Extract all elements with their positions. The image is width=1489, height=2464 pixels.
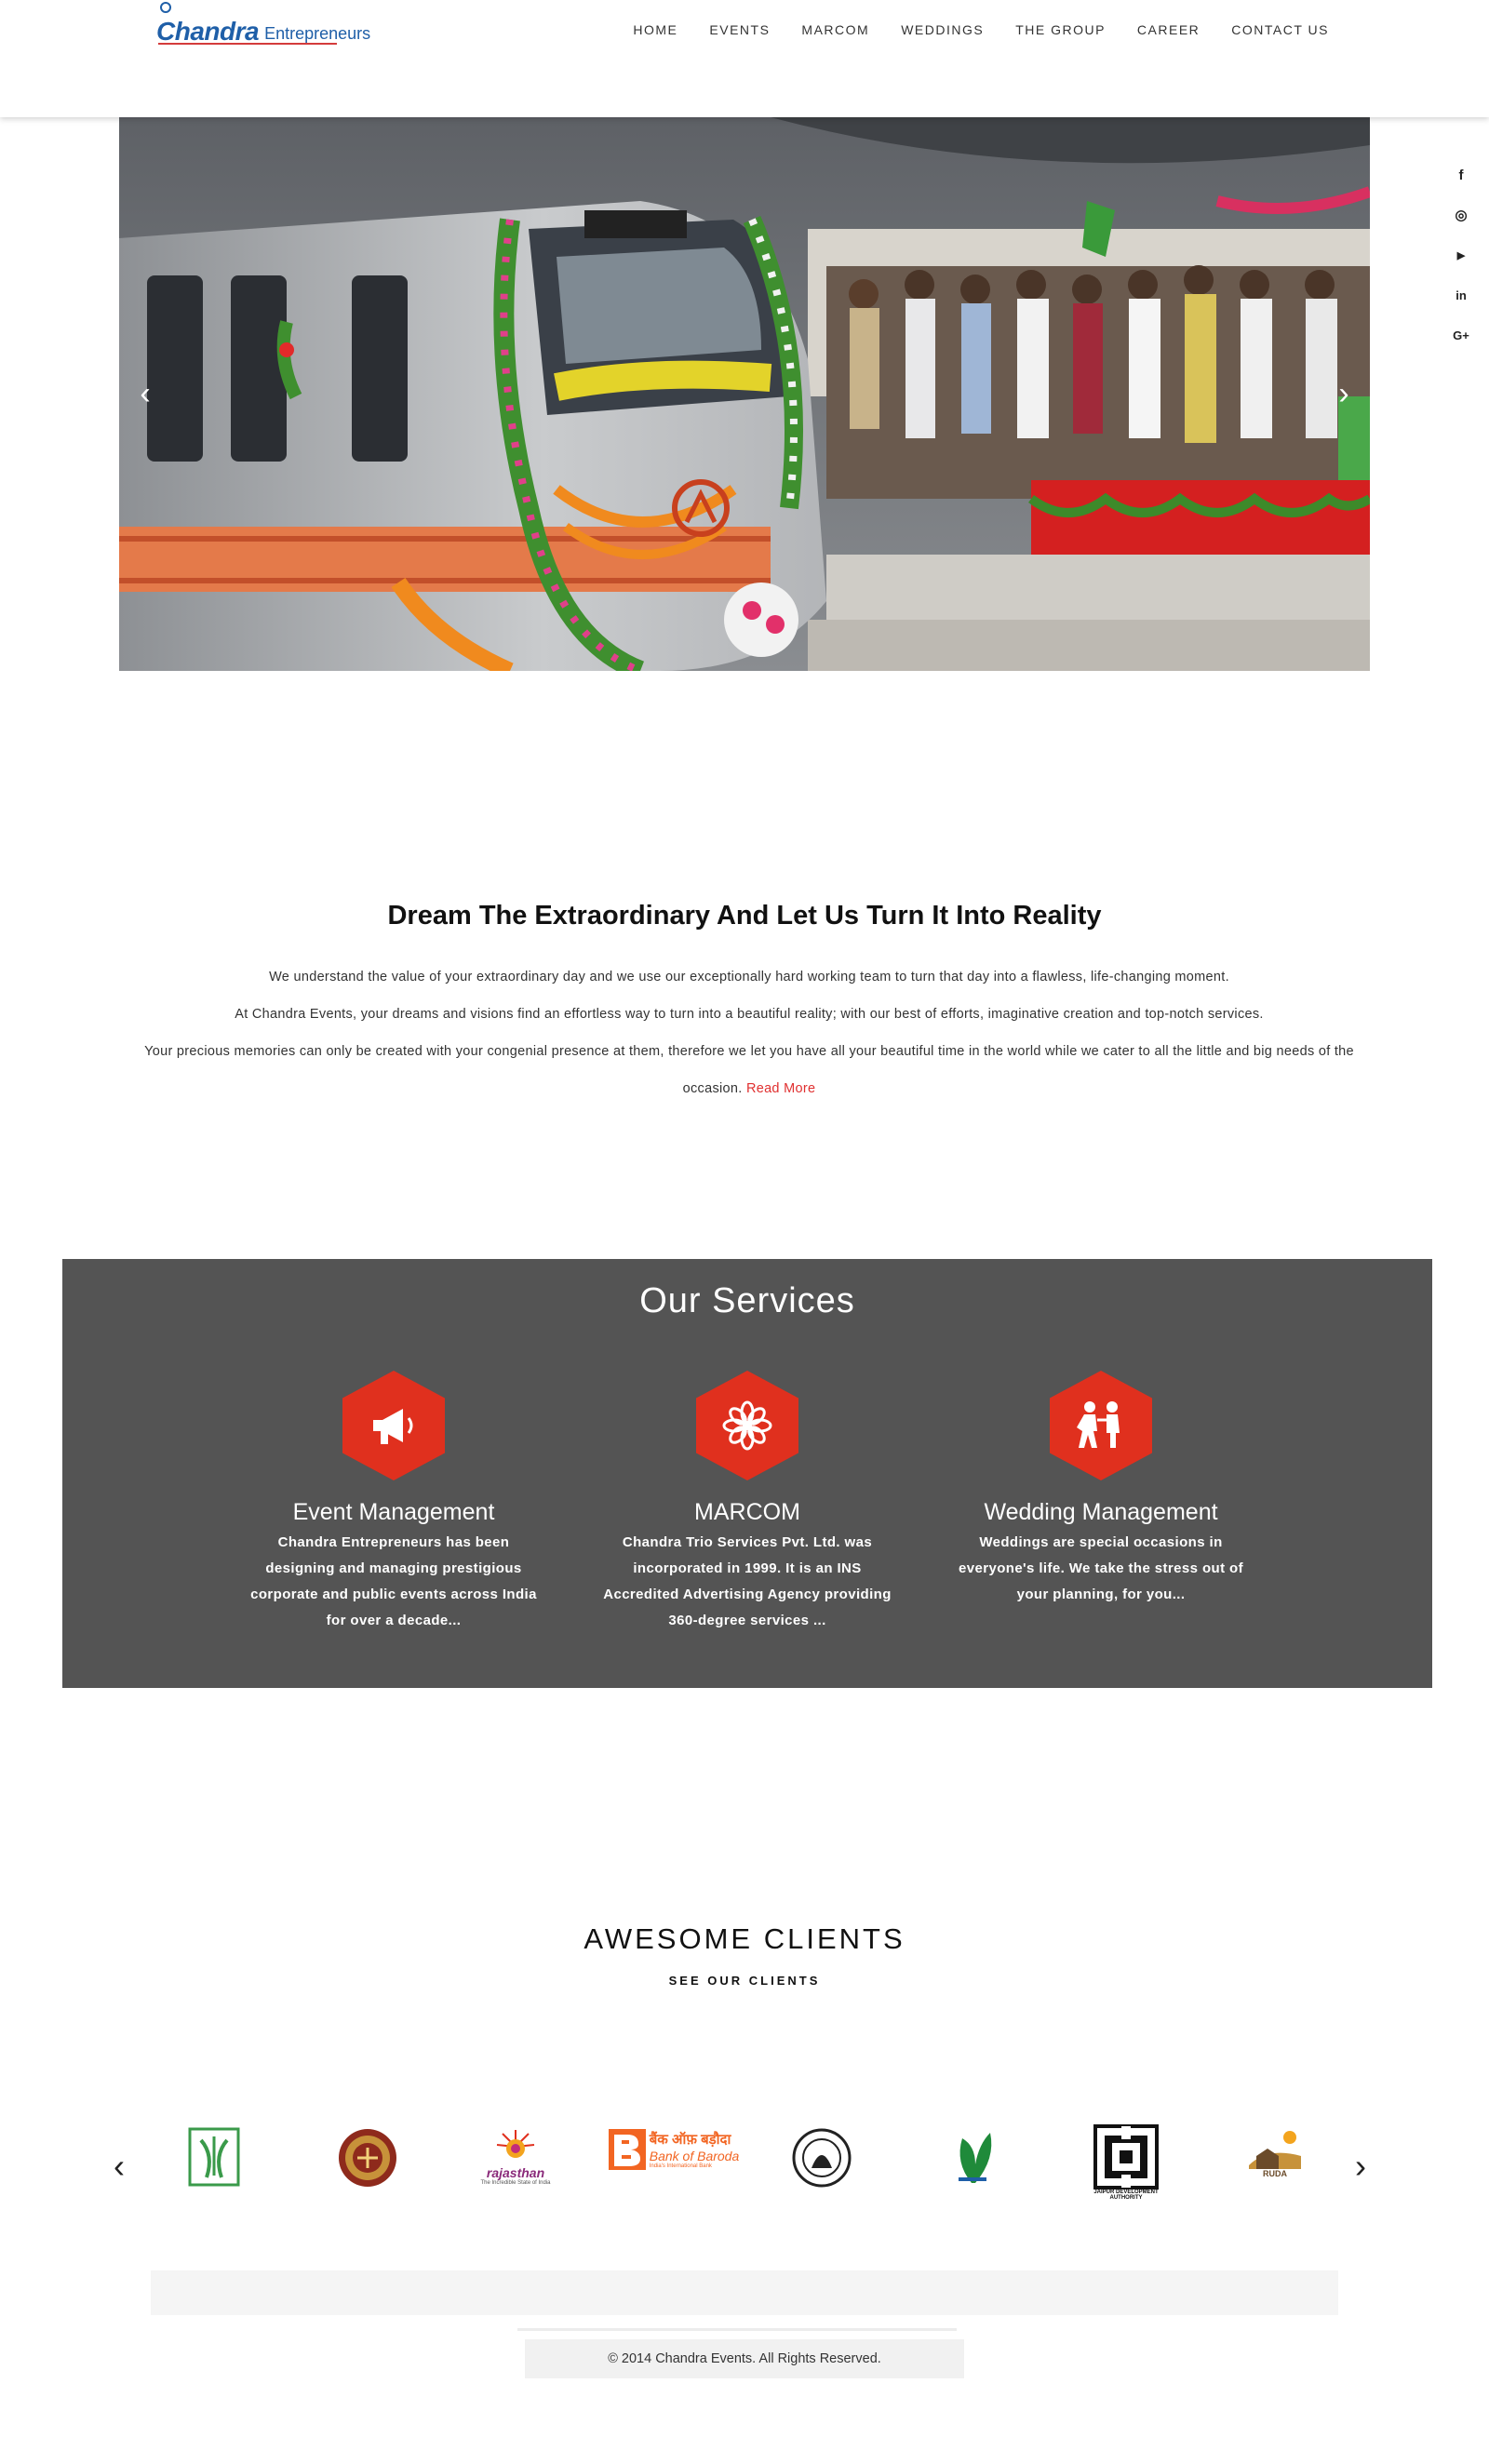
megaphone-icon xyxy=(342,1371,445,1480)
couple-icon xyxy=(1050,1371,1152,1480)
service-desc: Chandra Entrepreneurs has been designing… xyxy=(250,1534,537,1628)
footer-band xyxy=(151,2270,1338,2315)
leaf-logo[interactable] xyxy=(949,2125,996,2190)
service-desc: Weddings are special occasions in everyo… xyxy=(958,1534,1244,1602)
hero-next-arrow[interactable]: › xyxy=(1335,378,1353,409)
facebook-icon[interactable]: f xyxy=(1448,166,1474,206)
bob-logo-text: Bank of Baroda xyxy=(649,2149,740,2163)
services-title: Our Services xyxy=(639,1281,855,1320)
read-more-link[interactable]: Read More xyxy=(746,1081,815,1096)
bob-hindi-text: बैंक ऑफ़ बड़ौदा xyxy=(649,2132,731,2148)
ruda-logo-text: RUDA xyxy=(1263,2169,1287,2178)
service-desc: Chandra Trio Services Pvt. Ltd. was inco… xyxy=(603,1534,892,1628)
hero-prev-arrow[interactable]: ‹ xyxy=(136,378,154,409)
clients-title: AWESOME CLIENTS xyxy=(584,1922,905,1955)
copyright-text: © 2014 Chandra Events. All Rights Reserv… xyxy=(525,2339,964,2378)
clients-next-arrow[interactable]: › xyxy=(1355,2148,1366,2185)
site-header: Chandra Entrepreneurs HOME EVENTS MARCOM… xyxy=(0,0,1489,117)
intro-line-3: Your precious memories can only be creat… xyxy=(130,1033,1368,1107)
hero-image xyxy=(119,117,1370,671)
intro-text: We understand the value of your extraord… xyxy=(130,958,1368,1107)
nav-weddings[interactable]: WEDDINGS xyxy=(885,22,999,37)
intro-line-1: We understand the value of your extraord… xyxy=(269,970,1229,984)
clients-prev-arrow[interactable]: ‹ xyxy=(114,2148,125,2185)
logo-sub-text: Entrepreneurs xyxy=(264,24,371,43)
service-title: Event Management xyxy=(292,1499,495,1525)
green-emblem-logo[interactable] xyxy=(188,2127,240,2187)
rajasthan-logo-tagline: The Incredible State of India xyxy=(480,2180,551,2186)
nav-the-group[interactable]: THE GROUP xyxy=(999,22,1121,37)
nav-home[interactable]: HOME xyxy=(617,22,693,37)
client-logo-carousel: rajasthan The Incredible State of India … xyxy=(158,2120,1340,2222)
site-logo[interactable]: Chandra Entrepreneurs xyxy=(156,6,370,47)
youtube-icon[interactable]: ▶ xyxy=(1448,246,1474,286)
main-nav: HOME EVENTS MARCOM WEDDINGS THE GROUP CA… xyxy=(617,22,1345,37)
nav-events[interactable]: EVENTS xyxy=(693,22,785,37)
nav-contact-us[interactable]: CONTACT US xyxy=(1215,22,1345,37)
rajasthan-tourism-logo[interactable]: rajasthan The Incredible State of India xyxy=(475,2120,557,2194)
instagram-icon[interactable]: ◎ xyxy=(1448,206,1474,246)
service-title: MARCOM xyxy=(694,1499,800,1525)
services-section: Our Services Event Management Chandra En… xyxy=(62,1259,1432,1688)
nav-marcom[interactable]: MARCOM xyxy=(785,22,885,37)
service-title: Wedding Management xyxy=(984,1499,1218,1525)
social-sidebar: f ◎ ▶ in G+ xyxy=(1448,166,1474,366)
logo-underline xyxy=(158,43,337,45)
hero-slider[interactable]: ‹ › xyxy=(119,117,1370,671)
bank-of-baroda-logo[interactable]: बैंक ऑफ़ बड़ौदा Bank of Baroda India's I… xyxy=(601,2122,746,2177)
jda-logo-text: JAIPUR DEVELOPMENT AUTHORITY xyxy=(1093,2189,1159,2201)
intro-title: Dream The Extraordinary And Let Us Turn … xyxy=(387,901,1102,931)
circular-emblem-logo[interactable] xyxy=(791,2127,852,2189)
bob-tagline: India's International Bank xyxy=(649,2163,712,2169)
clients-subtitle[interactable]: SEE OUR CLIENTS xyxy=(0,1974,1489,1988)
footer-divider xyxy=(517,2328,957,2331)
googleplus-icon[interactable]: G+ xyxy=(1448,326,1474,366)
intro-line-2: At Chandra Events, your dreams and visio… xyxy=(235,1007,1264,1022)
service-event-management[interactable]: Event Management Chandra Entrepreneurs h… xyxy=(217,1371,570,1634)
nav-career[interactable]: CAREER xyxy=(1121,22,1215,37)
service-wedding-management[interactable]: Wedding Management Weddings are special … xyxy=(924,1371,1278,1608)
round-seal-logo[interactable] xyxy=(337,2127,398,2189)
rajasthan-logo-text: rajasthan xyxy=(486,2165,545,2180)
ruda-logo[interactable]: RUDA xyxy=(1247,2123,1303,2183)
linkedin-icon[interactable]: in xyxy=(1448,286,1474,326)
service-marcom[interactable]: MARCOM Chandra Trio Services Pvt. Ltd. w… xyxy=(570,1371,924,1634)
flower-icon xyxy=(696,1371,798,1480)
jda-logo[interactable]: JAIPUR DEVELOPMENT AUTHORITY xyxy=(1087,2120,1165,2205)
